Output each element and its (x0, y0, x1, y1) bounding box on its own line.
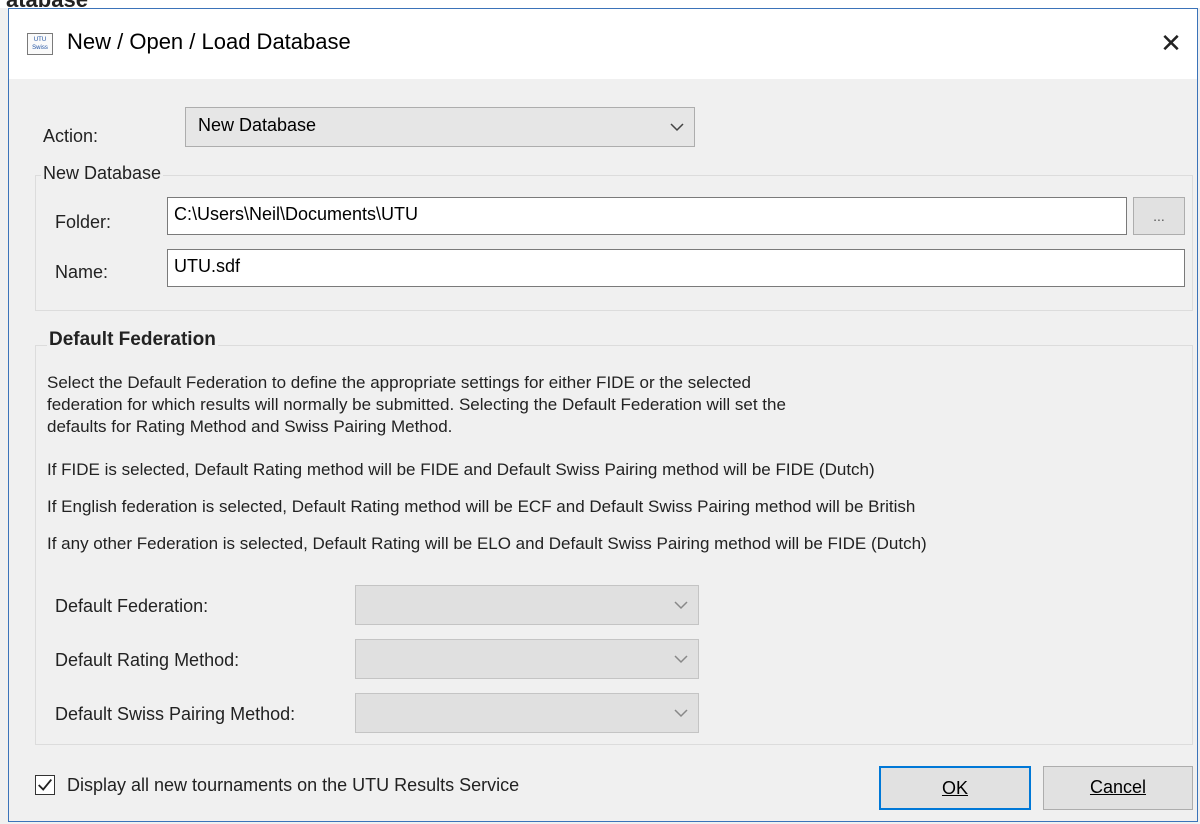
checkmark-icon (38, 779, 52, 791)
federation-description-1: Select the Default Federation to define … (47, 373, 752, 392)
ok-button-label: OK (941, 778, 968, 798)
folder-label: Folder: (55, 212, 112, 232)
rule-other: If any other Federation is selected, Def… (47, 534, 927, 553)
federation-description-3: defaults for Rating Method and Swiss Pai… (47, 417, 453, 436)
dialog-title: New / Open / Load Database (67, 29, 351, 54)
browse-folder-button[interactable]: ... (1133, 197, 1185, 235)
default-federation-heading: Default Federation (47, 329, 218, 351)
background-window-strip: atabase (0, 0, 1200, 12)
dialog-window: UTU Swiss New / Open / Load Database ✕ A… (8, 8, 1198, 822)
action-dropdown-value: New Database (198, 115, 317, 135)
rule-fide: If FIDE is selected, Default Rating meth… (47, 460, 875, 479)
default-federation-label: Default Federation: (55, 596, 209, 616)
close-icon: ✕ (1160, 28, 1182, 58)
rule-english: If English federation is selected, Defau… (47, 497, 916, 516)
default-rating-method-dropdown[interactable] (355, 639, 699, 679)
default-federation-dropdown[interactable] (355, 585, 699, 625)
federation-description-2: federation for which results will normal… (47, 395, 786, 414)
close-button[interactable]: ✕ (1151, 23, 1191, 63)
chevron-down-icon (670, 123, 684, 132)
app-icon-text-top: UTU (33, 37, 47, 43)
app-icon-text-bottom: Swiss (32, 45, 48, 51)
chevron-down-icon (674, 601, 688, 610)
display-results-checkbox-label[interactable]: Display all new tournaments on the UTU R… (67, 775, 519, 796)
default-swiss-pairing-label: Default Swiss Pairing Method: (55, 704, 296, 724)
new-database-group (35, 175, 1193, 311)
utu-app-icon: UTU Swiss (27, 33, 53, 55)
action-dropdown[interactable]: New Database (185, 107, 695, 147)
chevron-down-icon (674, 655, 688, 664)
display-results-checkbox[interactable] (35, 775, 55, 795)
chevron-down-icon (674, 709, 688, 718)
cancel-button-label: Cancel (1089, 777, 1147, 797)
title-bar: UTU Swiss New / Open / Load Database ✕ (9, 9, 1197, 79)
default-swiss-pairing-dropdown[interactable] (355, 693, 699, 733)
name-input[interactable]: UTU.sdf (167, 249, 1185, 287)
default-rating-method-label: Default Rating Method: (55, 650, 240, 670)
folder-input[interactable]: C:\Users\Neil\Documents\UTU (167, 197, 1127, 235)
new-database-group-title: New Database (41, 163, 164, 184)
action-label: Action: (43, 126, 99, 146)
name-label: Name: (55, 262, 109, 282)
ok-button[interactable]: OK (879, 766, 1031, 810)
cancel-button[interactable]: Cancel (1043, 766, 1193, 810)
